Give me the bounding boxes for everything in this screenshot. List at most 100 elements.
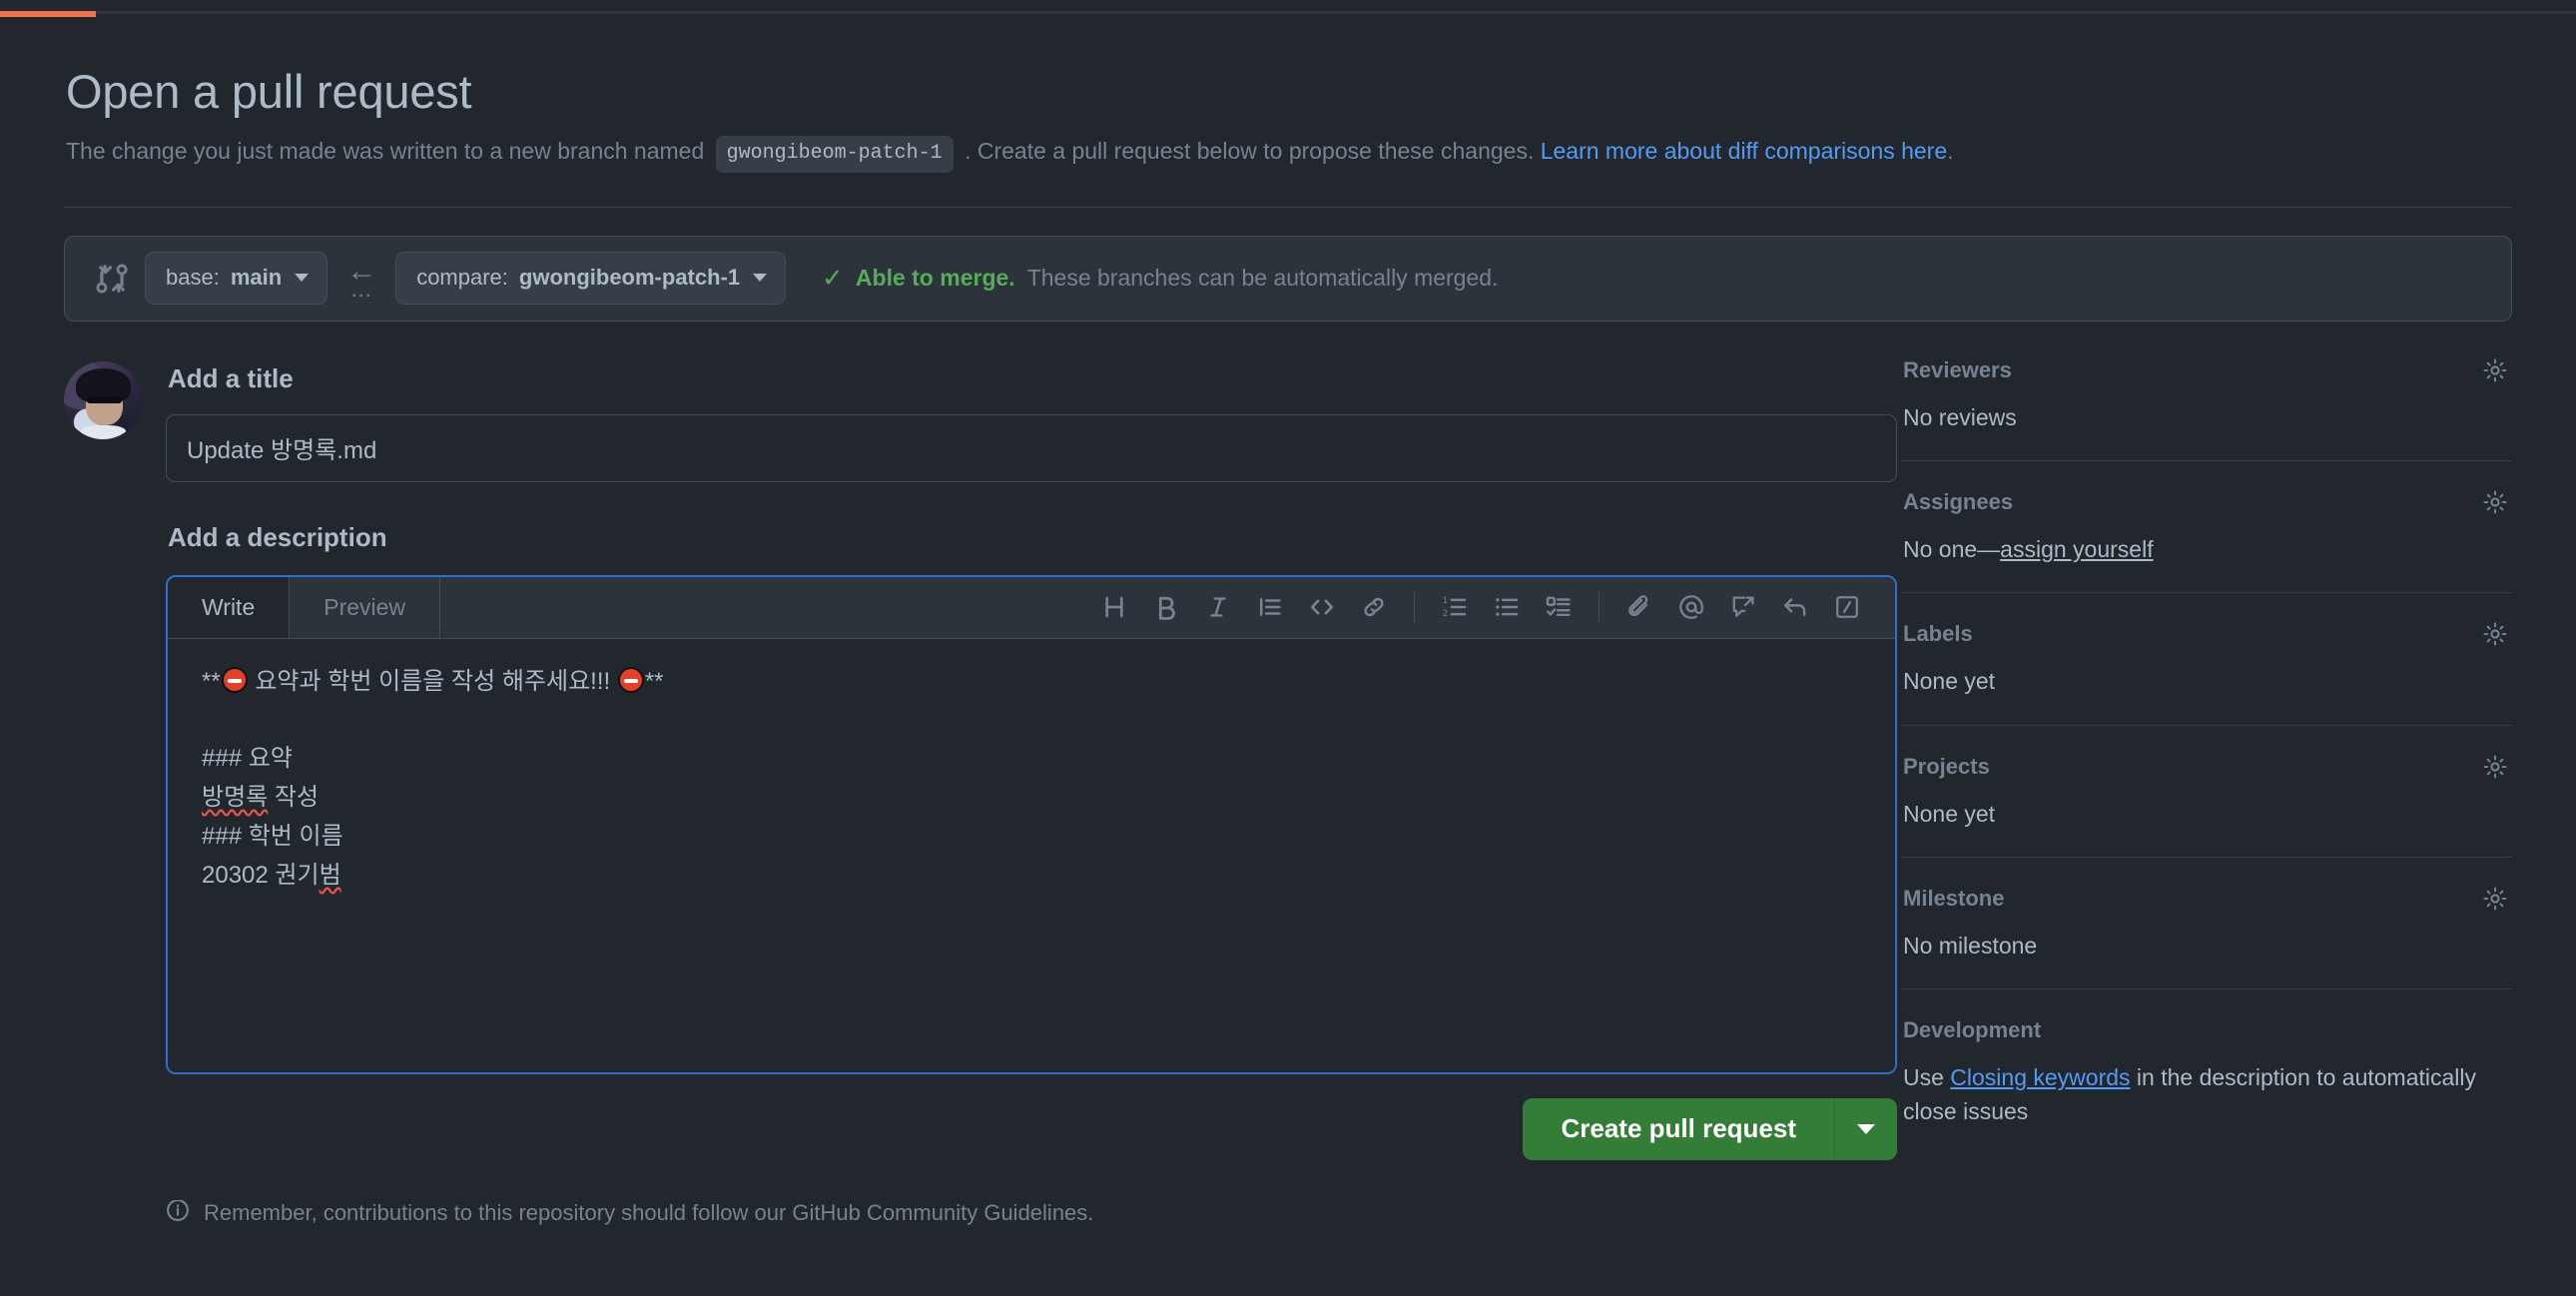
base-branch-selector[interactable]: base: main: [145, 252, 328, 306]
sidebar-section-milestone: Milestone No milestone: [1901, 886, 2512, 963]
base-branch-value: main: [230, 265, 283, 291]
sidebar-section-assignees: Assignees No one—assign yourself: [1901, 489, 2512, 566]
subtitle-text-pre: The change you just made was written to …: [66, 137, 705, 164]
chevron-down-icon: [753, 274, 768, 283]
closing-keywords-link[interactable]: Closing keywords: [1950, 1064, 2130, 1090]
task-list-icon[interactable]: [1533, 581, 1585, 633]
create-pull-request-button[interactable]: Create pull request: [1523, 1097, 1835, 1160]
desc-line-6-misspelled: 범: [319, 862, 341, 890]
add-description-label: Add a description: [168, 521, 387, 552]
toolbar-separator: [1599, 592, 1600, 623]
base-branch-label: base:: [166, 265, 220, 291]
gear-icon[interactable]: [2482, 357, 2508, 383]
chevron-down-icon: [295, 274, 310, 283]
subtitle-text-end: .: [1947, 137, 1954, 164]
ellipsis-icon: …: [349, 276, 373, 302]
sidebar-section-projects: Projects None yet: [1901, 754, 2512, 831]
no-entry-emoji: [221, 666, 248, 693]
desc-line-4-misspelled: 방명록: [202, 784, 269, 812]
community-guidelines-note: Remember, contributions to this reposito…: [166, 1199, 1897, 1226]
tab-preview[interactable]: Preview: [290, 576, 441, 638]
development-value: Use Closing keywords in the description …: [1903, 1061, 2512, 1128]
submit-row: Create pull request: [166, 1097, 1897, 1160]
development-header: Development: [1903, 1017, 2512, 1043]
textarea-resize-handle[interactable]: [1863, 1042, 1885, 1064]
sidebar-section-labels: Labels None yet: [1901, 621, 2512, 698]
sidebar-divider: [1901, 460, 2512, 462]
bold-icon[interactable]: [1140, 581, 1192, 633]
reply-icon[interactable]: [1769, 581, 1821, 633]
labels-title: Labels: [1903, 621, 1973, 647]
sidebar-divider: [1901, 724, 2512, 726]
reviewers-value: No reviews: [1903, 403, 2017, 430]
page-subtitle: The change you just made was written to …: [66, 134, 2512, 173]
markdown-editor: Write Preview 1 2 ** 요약과 학번 이름을 작성 해주세요!…: [166, 574, 1897, 1074]
no-entry-emoji: [617, 666, 644, 693]
gear-icon[interactable]: [2482, 886, 2508, 912]
milestone-title: Milestone: [1903, 886, 2005, 912]
create-pull-request-group: Create pull request: [1523, 1097, 1897, 1160]
community-guidelines-text: Remember, contributions to this reposito…: [204, 1199, 1094, 1225]
avatar: [64, 360, 142, 439]
ordered-list-icon[interactable]: 1 2: [1429, 581, 1481, 633]
pr-description-textarea[interactable]: ** 요약과 학번 이름을 작성 해주세요!!! ** ### 요약 방명록 작…: [168, 638, 1895, 1072]
slash-commands-icon[interactable]: [1821, 581, 1873, 633]
desc-line-4-rest: 작성: [268, 784, 320, 812]
pr-form: Add a title Add a description Write Prev…: [166, 357, 1901, 1226]
projects-header: Projects: [1903, 754, 2512, 780]
desc-line-5: ### 학번 이름: [202, 823, 343, 851]
projects-value: None yet: [1903, 800, 1996, 827]
gear-icon[interactable]: [2482, 489, 2508, 515]
development-title: Development: [1903, 1017, 2042, 1043]
subtitle-text-mid: . Create a pull request below to propose…: [965, 137, 1535, 164]
italic-icon[interactable]: [1192, 581, 1244, 633]
header-divider: [64, 206, 2512, 208]
desc-line-1-prefix: **: [202, 667, 221, 695]
check-icon: ✓: [822, 263, 844, 294]
quote-icon[interactable]: [1244, 581, 1296, 633]
pull-request-page: Open a pull request The change you just …: [0, 0, 2576, 1296]
page-title: Open a pull request: [66, 65, 472, 118]
merge-status-label: Able to merge.: [855, 265, 1015, 292]
unordered-list-icon[interactable]: [1481, 581, 1533, 633]
sidebar-section-reviewers: Reviewers No reviews: [1901, 357, 2512, 434]
markdown-toolbar: 1 2: [1088, 577, 1895, 638]
assign-yourself-link[interactable]: assign yourself: [2000, 536, 2153, 562]
editor-tabs-row: Write Preview 1 2: [168, 576, 1895, 639]
development-text-pre: Use: [1903, 1064, 1951, 1091]
toolbar-separator: [1414, 592, 1415, 623]
reviewers-title: Reviewers: [1903, 356, 2012, 382]
desc-line-3: ### 요약: [202, 745, 293, 773]
code-icon[interactable]: [1296, 581, 1348, 633]
compare-branch-selector[interactable]: compare: gwongibeom-patch-1: [395, 252, 787, 306]
gear-icon[interactable]: [2482, 621, 2508, 647]
desc-line-6: 20302 권기: [202, 862, 320, 890]
assignees-value: No one—assign yourself: [1903, 533, 2512, 566]
page-body: Add a title Add a description Write Prev…: [64, 357, 2512, 1226]
pr-title-input[interactable]: [166, 413, 1897, 482]
pr-form-column: Add a title Add a description Write Prev…: [64, 357, 1901, 1226]
saved-replies-icon[interactable]: [1717, 581, 1769, 633]
merge-status: ✓ Able to merge. These branches can be a…: [822, 263, 1498, 294]
svg-text:1: 1: [1443, 595, 1448, 605]
branch-comparison-bar: base: main ← … compare: gwongibeom-patch…: [64, 235, 2512, 322]
gear-icon[interactable]: [2482, 754, 2508, 780]
info-icon: [166, 1199, 190, 1226]
desc-line-1-text: 요약과 학번 이름을 작성 해주세요!!!: [248, 667, 617, 695]
projects-title: Projects: [1903, 753, 1990, 779]
assignees-title: Assignees: [1903, 489, 2014, 515]
labels-header: Labels: [1903, 621, 2512, 647]
merge-status-detail: These branches can be automatically merg…: [1026, 265, 1499, 292]
milestone-header: Milestone: [1903, 886, 2512, 912]
attach-file-icon[interactable]: [1613, 581, 1665, 633]
reviewers-header: Reviewers: [1903, 357, 2512, 383]
tab-write[interactable]: Write: [168, 576, 291, 638]
direction-arrow: ← …: [329, 256, 393, 302]
heading-icon[interactable]: [1088, 581, 1140, 633]
create-pull-request-dropdown-button[interactable]: [1835, 1097, 1897, 1160]
mention-icon[interactable]: [1665, 581, 1717, 633]
svg-text:2: 2: [1443, 608, 1448, 618]
diff-comparisons-link[interactable]: Learn more about diff comparisons here: [1541, 138, 1947, 164]
sidebar-section-development: Development Use Closing keywords in the …: [1901, 1017, 2512, 1128]
link-icon[interactable]: [1348, 581, 1400, 633]
